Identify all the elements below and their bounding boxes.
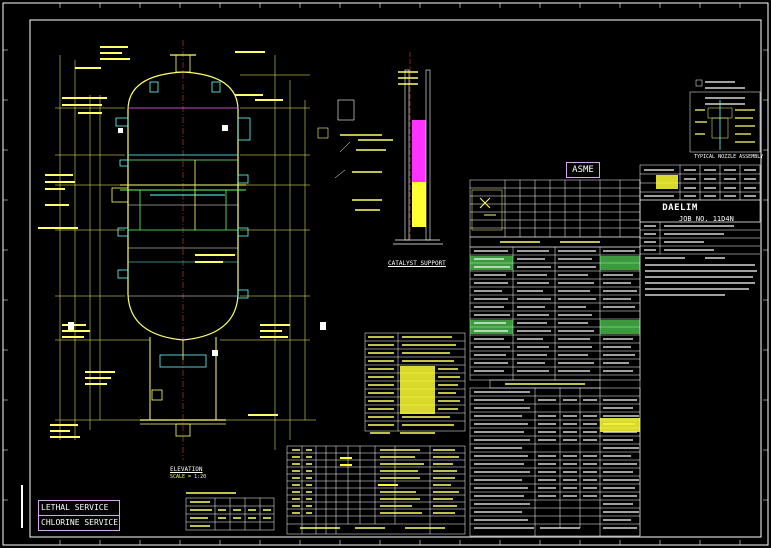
catalyst-support-title: CATALYST SUPPORT <box>388 260 446 267</box>
chlorine-service-label: CHLORINE SERVICE <box>38 515 120 531</box>
asme-stamp: ASME <box>566 162 600 178</box>
cad-drawing-sheet <box>2 2 769 546</box>
design-data-table <box>469 179 641 537</box>
vessel-annotations <box>38 46 290 438</box>
title-block <box>639 164 761 296</box>
nozzle-table <box>286 445 466 535</box>
scale-note: SCALE = 1:20 <box>170 474 207 480</box>
catalyst-support-detail <box>317 52 443 245</box>
job-number: JOB NO. 11D4N <box>679 215 734 223</box>
sheet-inner-frame <box>29 19 762 538</box>
weight-table <box>185 492 275 531</box>
typical-nozzle-title: TYPICAL NOZZLE ASSEMBLY <box>694 154 764 160</box>
vessel-dimensions <box>55 55 150 440</box>
typical-nozzle-assembly <box>689 79 761 153</box>
company-logo: DAELIM <box>660 202 700 214</box>
internals-list <box>364 332 466 434</box>
elevation-title: ELEVATION <box>170 466 203 473</box>
vessel-dimensions-right <box>220 55 316 450</box>
lethal-service-label: LETHAL SERVICE <box>38 500 120 516</box>
vessel-elevation <box>111 40 251 460</box>
